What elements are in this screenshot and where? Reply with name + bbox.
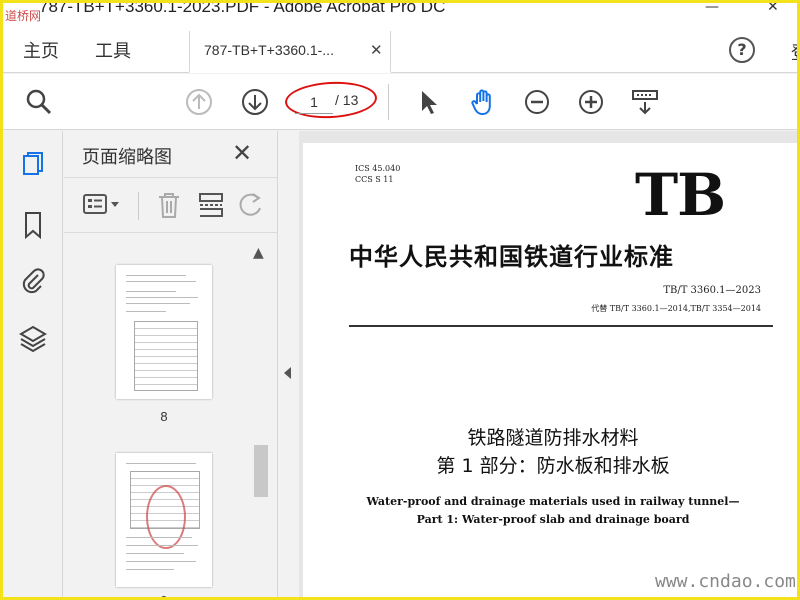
layers-icon[interactable] [17, 323, 49, 355]
help-button[interactable]: ? [729, 37, 755, 63]
thumbnail-stamp [146, 485, 186, 549]
panel-tool-divider [138, 192, 139, 220]
close-tab-button[interactable]: ✕ [370, 41, 383, 59]
menu-home[interactable]: 主页 [23, 37, 59, 63]
document-page: ICS 45.040 CCS S 11 TB 中华人民共和国铁道行业标准 TB/… [303, 143, 797, 597]
page-display-icon[interactable] [629, 86, 661, 118]
document-tab[interactable]: 787-TB+T+3360.1-... ✕ [189, 31, 391, 73]
toolbar-divider [388, 84, 389, 120]
page-total: / 13 [335, 92, 359, 108]
thumbnail-options-icon[interactable] [82, 190, 122, 220]
title-bar: 道桥网 787-TB+T+3360.1-2023.PDF - Adobe Acr… [3, 0, 797, 25]
panel-title: 页面缩略图 [82, 147, 172, 168]
window-title: 787-TB+T+3360.1-2023.PDF - Adobe Acrobat… [39, 0, 446, 16]
prev-page-icon[interactable] [183, 86, 215, 118]
rotate-page-icon[interactable] [236, 190, 266, 220]
title-en-line1: Water-proof and drainage materials used … [366, 495, 740, 508]
thumbnails-panel: 页面缩略图 ✕ 8 ▲ [64, 131, 278, 597]
thumbnail-page-8[interactable] [116, 265, 212, 399]
sign-in-link[interactable]: 登 [791, 39, 797, 65]
scroll-up-icon[interactable]: ▲ [253, 245, 264, 261]
title-cn-line1: 铁路隧道防排水材料 [467, 427, 639, 449]
left-rail [3, 131, 63, 597]
search-icon[interactable] [23, 86, 55, 118]
standard-title: 中华人民共和国铁道行业标准 [349, 242, 674, 271]
replaces-note: 代替 TB/T 3360.1—2014,TB/T 3354—2014 [591, 304, 761, 313]
minimize-button[interactable]: — [705, 3, 719, 15]
title-cn-line2: 第 1 部分：防水板和排水板 [436, 455, 670, 477]
hand-icon[interactable] [467, 86, 499, 118]
select-cursor-icon[interactable] [413, 86, 445, 118]
header-rule [349, 325, 773, 327]
standard-number: TB/T 3360.1—2023 [663, 285, 761, 296]
extract-page-icon[interactable] [196, 190, 226, 220]
attachment-icon[interactable] [17, 265, 49, 297]
close-panel-button[interactable]: ✕ [232, 139, 252, 167]
ics-code: ICS 45.040 CCS S 11 [355, 164, 401, 184]
tab-row: 主页 工具 787-TB+T+3360.1-... ✕ ? 登 [3, 25, 797, 73]
title-en-line2: Part 1: Water-proof slab and drainage bo… [416, 513, 690, 526]
close-window-button[interactable]: ✕ [767, 3, 779, 15]
bookmark-icon[interactable] [17, 209, 49, 241]
page-number-input[interactable]: 1 [295, 90, 333, 114]
tb-logo: TB [635, 161, 726, 229]
document-tab-label: 787-TB+T+3360.1-... [204, 42, 334, 58]
thumbnail-label-8: 8 [160, 409, 168, 424]
panel-scrollbar[interactable]: ▲ [251, 241, 271, 597]
next-page-icon[interactable] [239, 86, 271, 118]
zoom-in-icon[interactable] [575, 86, 607, 118]
thumbnail-page-9[interactable] [116, 453, 212, 587]
zoom-out-icon[interactable] [521, 86, 553, 118]
thumbnail-label-9: 9 [116, 593, 212, 597]
collapse-arrow-icon[interactable] [284, 367, 291, 379]
delete-page-icon[interactable] [154, 190, 184, 220]
site-watermark: www.cndao.com [655, 571, 796, 592]
toolbar: 1 / 13 [3, 74, 797, 130]
site-logo-watermark: 道桥网 [5, 9, 42, 23]
pages-icon[interactable] [17, 149, 49, 181]
collapse-panel-strip[interactable] [279, 131, 299, 597]
menu-tools[interactable]: 工具 [95, 37, 131, 63]
panel-toolbar [64, 177, 278, 233]
scrollbar-thumb[interactable] [254, 445, 268, 497]
window-frame: 道桥网 787-TB+T+3360.1-2023.PDF - Adobe Acr… [0, 0, 800, 600]
thumbnail-table [134, 321, 198, 391]
